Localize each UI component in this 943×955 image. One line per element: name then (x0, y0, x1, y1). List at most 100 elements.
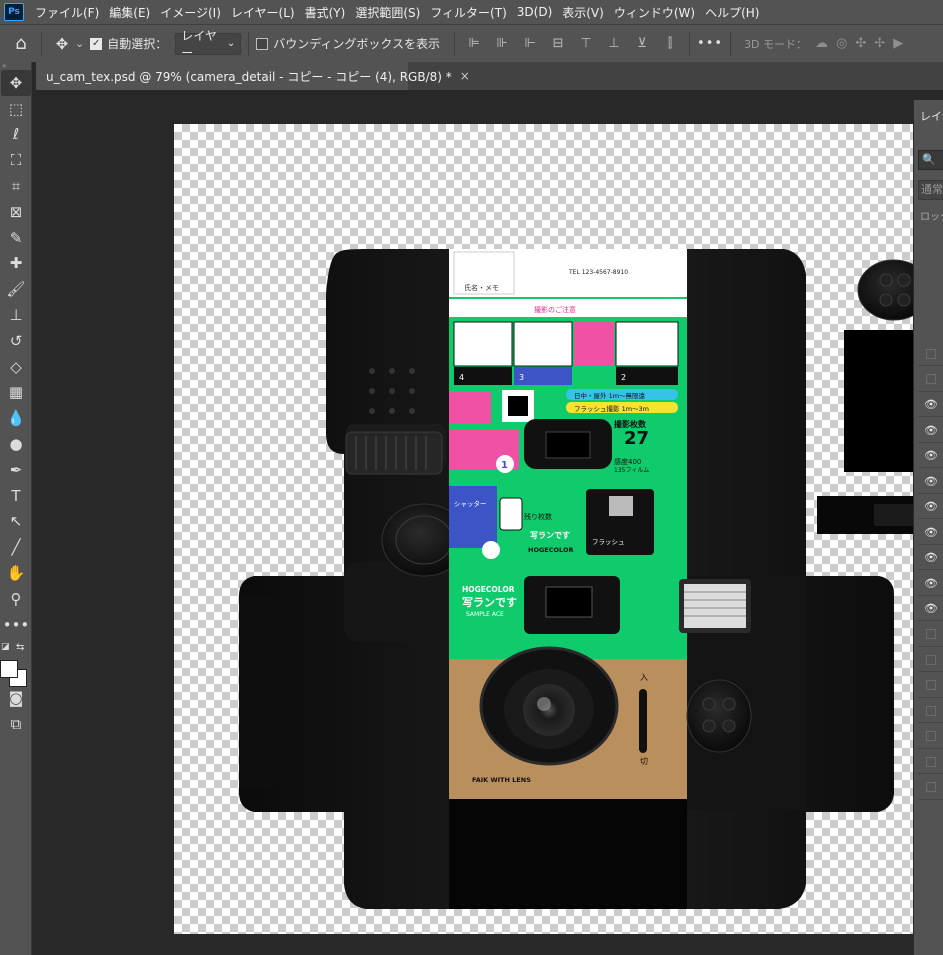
blend-mode-select[interactable]: 通常 (918, 180, 943, 200)
3d-pan-icon[interactable]: ✣ (855, 36, 866, 51)
visibility-off-icon[interactable] (926, 680, 936, 690)
stamp-tool-icon[interactable]: ⊥ (1, 302, 31, 328)
visibility-off-icon[interactable] (926, 629, 936, 639)
line-tool-icon[interactable]: ╱ (1, 534, 31, 560)
menu-window[interactable]: ウィンドウ(W) (609, 4, 700, 21)
close-icon[interactable]: × (460, 69, 470, 83)
align-bottom-icon[interactable]: ⊻ (630, 36, 654, 51)
path-select-tool-icon[interactable]: ↖ (1, 509, 31, 535)
visibility-off-icon[interactable] (926, 756, 936, 767)
move-tool-icon[interactable]: ✥ (1, 70, 31, 96)
distribute-v-icon[interactable]: ⫿ (658, 36, 682, 51)
lasso-tool-icon[interactable]: ℓ (1, 122, 31, 148)
zoom-tool-icon[interactable]: ⚲ (1, 586, 31, 612)
swap-colors-icon[interactable]: ⇆ (16, 642, 24, 653)
eye-icon[interactable]: 👁 (924, 500, 938, 513)
layer-row[interactable]: 👁 (918, 572, 943, 596)
quick-mask-icon[interactable]: ◙ (1, 686, 31, 712)
align-middle-v-icon[interactable]: ⊥ (602, 36, 626, 51)
bounding-box-checkbox[interactable] (256, 37, 269, 50)
type-tool-icon[interactable]: T (1, 483, 31, 509)
layer-row[interactable]: 👁 (918, 444, 943, 468)
more-options-icon[interactable]: ••• (697, 36, 723, 51)
object-select-tool-icon[interactable]: ⛶ (1, 147, 31, 173)
menu-type[interactable]: 書式(Y) (300, 4, 351, 21)
visibility-off-icon[interactable] (926, 705, 936, 716)
crop-tool-icon[interactable]: ⌗ (1, 173, 31, 199)
brush-tool-icon[interactable]: 🖌 (1, 276, 31, 302)
layer-row[interactable] (918, 623, 943, 647)
visibility-off-icon[interactable] (926, 654, 936, 665)
align-center-h-icon[interactable]: ⊪ (490, 36, 514, 51)
move-tool-preset-icon[interactable]: ✥ (49, 35, 75, 53)
layer-row[interactable]: 👁 (918, 419, 943, 443)
eye-icon[interactable]: 👁 (924, 424, 938, 437)
healing-tool-icon[interactable]: ✚ (1, 251, 31, 277)
home-icon[interactable]: ⌂ (8, 33, 34, 54)
menu-help[interactable]: ヘルプ(H) (700, 4, 764, 21)
eye-icon[interactable]: 👁 (924, 577, 938, 590)
frame-tool-icon[interactable]: ⊠ (1, 199, 31, 225)
layer-row[interactable] (918, 750, 943, 774)
menu-layer[interactable]: レイヤー(L) (226, 4, 300, 21)
align-top-icon[interactable]: ⊤ (574, 36, 598, 51)
menu-3d[interactable]: 3D(D) (512, 5, 557, 19)
3d-video-icon[interactable]: ▶ (893, 36, 903, 51)
visibility-off-icon[interactable] (926, 374, 936, 384)
layer-row[interactable] (918, 342, 943, 366)
3d-roll-icon[interactable]: ◎ (836, 36, 847, 51)
layer-row[interactable] (918, 725, 943, 749)
search-icon[interactable]: 🔍 (918, 150, 943, 170)
eye-icon[interactable]: 👁 (924, 475, 938, 488)
hand-tool-icon[interactable]: ✋ (1, 560, 31, 586)
pen-tool-icon[interactable]: ✒ (1, 457, 31, 483)
menu-image[interactable]: イメージ(I) (155, 4, 226, 21)
menu-file[interactable]: ファイル(F) (30, 4, 104, 21)
menu-select[interactable]: 選択範囲(S) (350, 4, 425, 21)
gradient-tool-icon[interactable]: ▦ (1, 380, 31, 406)
visibility-off-icon[interactable] (926, 782, 936, 792)
history-brush-tool-icon[interactable]: ↺ (1, 328, 31, 354)
eye-icon[interactable]: 👁 (924, 551, 938, 564)
align-right-icon[interactable]: ⊩ (518, 36, 542, 51)
3d-orbit-icon[interactable]: ☁ (815, 36, 828, 51)
layer-row[interactable]: 👁 (918, 495, 943, 519)
auto-select-target-select[interactable]: レイヤー ⌄ (175, 29, 242, 60)
layer-row[interactable]: 👁 (918, 393, 943, 417)
document-canvas[interactable]: 氏名・メモ TEL 123-4567-8910 撮影のご注意 4 3 2 日中・… (174, 124, 913, 934)
layer-row[interactable]: 👁 (918, 546, 943, 570)
layers-panel-tab[interactable]: レイヤー (914, 100, 943, 128)
layer-row[interactable] (918, 368, 943, 392)
screen-mode-icon[interactable]: ⧉ (1, 711, 31, 737)
layer-row[interactable] (918, 648, 943, 672)
eye-icon[interactable]: 👁 (924, 398, 938, 411)
more-tools-icon[interactable]: ••• (1, 612, 31, 638)
menu-view[interactable]: 表示(V) (557, 4, 609, 21)
menu-edit[interactable]: 編集(E) (104, 4, 155, 21)
marquee-tool-icon[interactable]: ⬚ (1, 96, 31, 122)
layer-row[interactable]: 👁 (918, 597, 943, 621)
visibility-off-icon[interactable] (926, 348, 936, 359)
layer-row[interactable] (918, 699, 943, 723)
eye-icon[interactable]: 👁 (924, 449, 938, 462)
dodge-tool-icon[interactable]: ● (1, 431, 31, 457)
layer-row[interactable] (918, 776, 943, 800)
align-left-icon[interactable]: ⊫ (462, 36, 486, 51)
eye-icon[interactable]: 👁 (924, 602, 938, 615)
distribute-icon[interactable]: ⊟ (546, 36, 570, 51)
document-tab[interactable]: u_cam_tex.psd @ 79% (camera_detail - コピー… (36, 62, 470, 90)
3d-slide-icon[interactable]: ✢ (874, 36, 885, 51)
eye-icon[interactable]: 👁 (924, 526, 938, 539)
foreground-color-swatch[interactable] (0, 659, 18, 678)
chevron-down-icon[interactable]: ⌄ (75, 37, 84, 50)
eraser-tool-icon[interactable]: ◇ (1, 354, 31, 380)
layer-row[interactable]: 👁 (918, 470, 943, 494)
blur-tool-icon[interactable]: 💧 (1, 405, 31, 431)
default-colors-icon[interactable]: ◪ (1, 642, 10, 652)
toolbar-collapse-icon[interactable]: » (0, 62, 31, 70)
layer-row[interactable]: 👁 (918, 521, 943, 545)
menu-filter[interactable]: フィルター(T) (425, 4, 511, 21)
auto-select-checkbox[interactable]: ✓ (90, 37, 103, 50)
visibility-off-icon[interactable] (926, 731, 936, 741)
eyedropper-tool-icon[interactable]: ✎ (1, 225, 31, 251)
